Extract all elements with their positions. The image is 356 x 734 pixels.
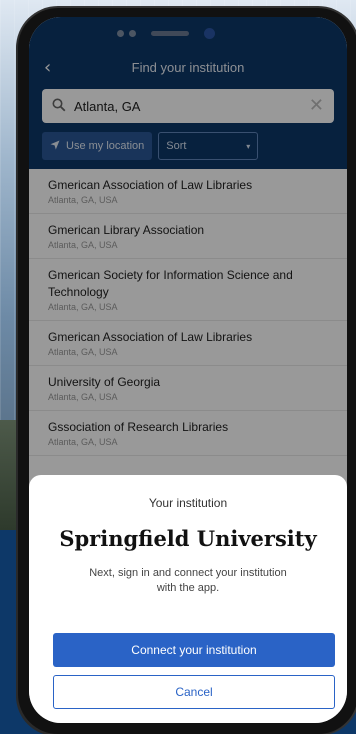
sheet-label: Your institution <box>148 496 228 510</box>
sheet-description: Next, sign in and connect your instituti… <box>89 567 287 594</box>
connect-institution-button[interactable]: Connect your institution <box>53 633 335 667</box>
cancel-button[interactable]: Cancel <box>53 675 335 709</box>
phone-frame: ‹ Find your institution Atlanta, GA ✕ Us… <box>18 8 356 734</box>
institution-sheet: Your institution Springfield University … <box>29 475 347 723</box>
institution-title: Springfield University <box>59 526 317 551</box>
phone-screen: ‹ Find your institution Atlanta, GA ✕ Us… <box>29 17 347 723</box>
